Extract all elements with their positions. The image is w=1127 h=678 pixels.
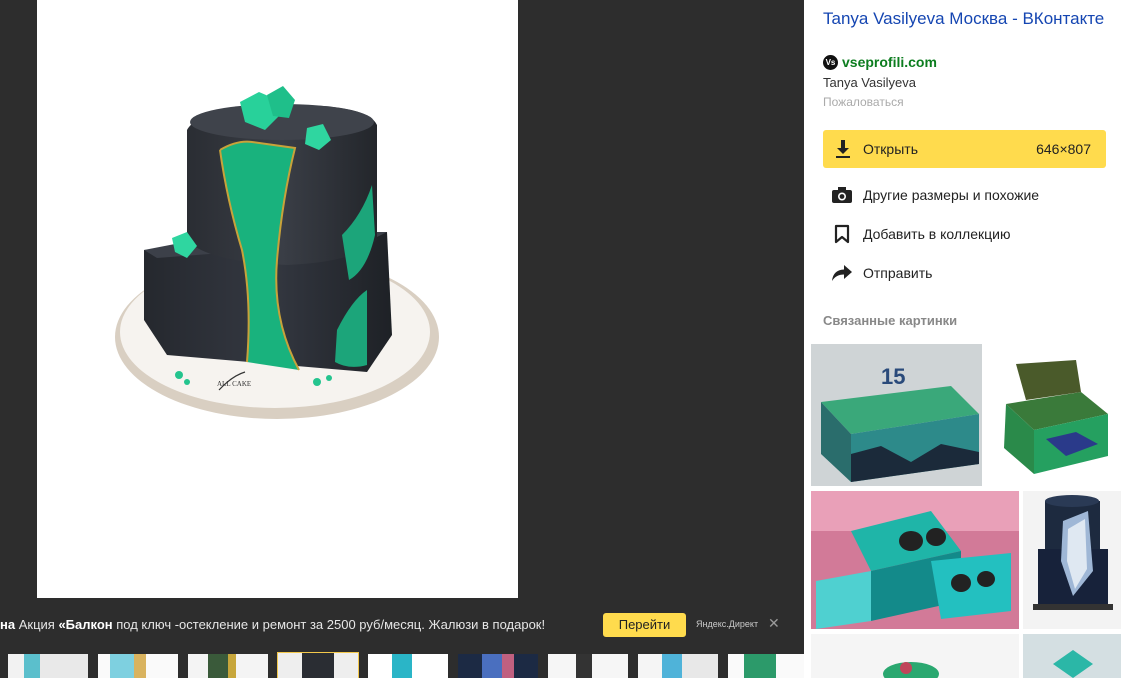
other-sizes-action[interactable]: Другие размеры и похожие (830, 184, 1039, 206)
page-title-link[interactable]: Tanya Vasilyeva Москва - ВКонтакте (823, 8, 1113, 30)
ad-text-before: Акция (18, 617, 59, 632)
site-row: Vs vseprofili.com (823, 54, 937, 70)
add-collection-action[interactable]: Добавить в коллекцию (830, 223, 1010, 245)
ad-cut-prefix: на (0, 617, 16, 632)
thumbnail[interactable] (638, 654, 718, 678)
related-number-text: 15 (881, 364, 905, 389)
related-images-heading: Связанные картинки (823, 313, 958, 328)
ad-text[interactable]: на Акция «Балкон под ключ -остекление и … (0, 617, 545, 632)
thumbnail[interactable] (98, 654, 178, 678)
thumbnail[interactable] (458, 654, 538, 678)
site-link[interactable]: vseprofili.com (842, 54, 937, 70)
image-size: 646×807 (1036, 141, 1091, 157)
thumbnail[interactable] (8, 654, 88, 678)
ad-text-bold: «Балкон (58, 617, 113, 632)
related-image[interactable]: 15 (811, 344, 982, 486)
thumbnail[interactable] (368, 654, 448, 678)
ad-banner: на Акция «Балкон под ключ -остекление и … (0, 608, 804, 642)
thumbnail[interactable] (728, 654, 804, 678)
share-arrow-icon (830, 262, 854, 284)
related-image[interactable] (1023, 634, 1121, 678)
open-button-label: Открыть (863, 141, 918, 157)
related-image[interactable] (986, 344, 1121, 486)
image-viewer: ALL CAKE на Акция «Балкон под ключ -осте… (0, 0, 804, 678)
ad-source-label[interactable]: Яндекс.Директ (696, 619, 758, 629)
thumbnail[interactable] (188, 654, 268, 678)
other-sizes-label: Другие размеры и похожие (863, 187, 1040, 203)
author-name: Tanya Vasilyeva (823, 75, 916, 90)
site-favicon-icon: Vs (823, 54, 838, 70)
share-label: Отправить (863, 265, 933, 281)
add-collection-label: Добавить в коллекцию (863, 226, 1011, 242)
thumbnail[interactable] (548, 654, 628, 678)
open-button[interactable]: Открыть 646×807 (823, 130, 1106, 168)
related-image[interactable] (1023, 491, 1121, 629)
report-link[interactable]: Пожаловаться (823, 95, 904, 109)
related-image[interactable] (811, 634, 1019, 678)
thumbnail-active[interactable] (277, 652, 359, 678)
bookmark-icon (830, 223, 854, 245)
info-panel: Tanya Vasilyeva Москва - ВКонтакте Vs vs… (804, 0, 1127, 678)
ad-close-icon[interactable]: ✕ (768, 615, 780, 632)
thumbnail-strip (0, 652, 804, 678)
camera-icon (830, 184, 854, 206)
share-action[interactable]: Отправить (830, 262, 932, 284)
download-icon (836, 140, 850, 158)
ad-go-button[interactable]: Перейти (603, 613, 686, 637)
ad-text-after: под ключ -остекление и ремонт за 2500 ру… (112, 617, 546, 632)
related-image[interactable] (811, 491, 1019, 629)
main-image[interactable]: ALL CAKE (37, 0, 518, 598)
